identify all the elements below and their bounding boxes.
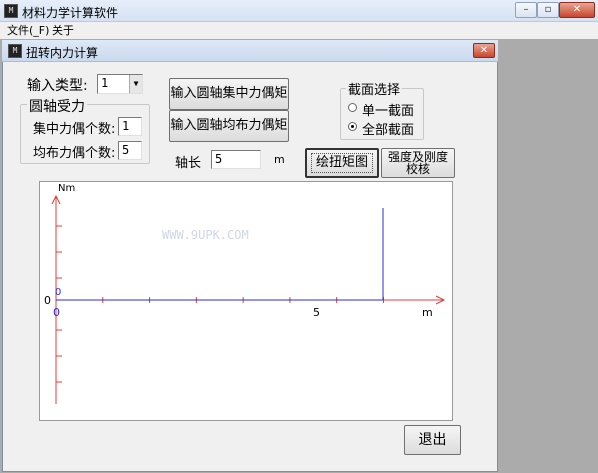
distributed-count-label: 均布力偶个数:: [33, 146, 116, 161]
maximize-button[interactable]: ▫: [537, 2, 559, 18]
torque-chart: Nm00 5 m0WWW.9UPK.COM: [44, 183, 446, 404]
input-type-select[interactable]: 1 ▼: [97, 74, 143, 94]
y-zero-label: 0: [55, 287, 61, 298]
section-group-title: 截面选择: [346, 79, 403, 98]
origin-label: 0: [44, 294, 51, 307]
child-close-button[interactable]: ✕: [473, 43, 495, 58]
axis-length-input[interactable]: 5: [211, 150, 261, 169]
maximize-icon: ▫: [544, 4, 552, 15]
strength-check-line2: 校核: [405, 162, 430, 176]
section-single-label: 单一截面: [362, 104, 415, 119]
chevron-down-icon[interactable]: ▼: [129, 75, 142, 93]
radio-single-indicator[interactable]: [348, 103, 357, 112]
menubar: [0, 22, 598, 39]
watermark: WWW.9UPK.COM: [162, 228, 249, 242]
input-type-label: 输入类型:: [27, 78, 88, 94]
input-distributed-torque-button[interactable]: 输入圆轴均布力偶矩: [169, 110, 289, 142]
y-axis-label: Nm: [58, 183, 75, 194]
x-unit-label: m: [422, 306, 433, 319]
app-icon: M: [4, 4, 18, 18]
concentrated-count-input[interactable]: 1: [118, 117, 142, 136]
torque-diagram-canvas: Nm 0 0 5 m 0 WWW.9UPK.COM: [39, 181, 453, 421]
section-all-label: 全部截面: [362, 123, 415, 138]
close-button[interactable]: ✕: [559, 2, 595, 18]
section-all-radio[interactable]: 全部截面: [348, 119, 424, 138]
minimize-button[interactable]: –: [515, 2, 537, 18]
axis-length-unit: m: [274, 153, 285, 166]
distributed-count-input[interactable]: 5: [118, 141, 142, 160]
minimize-icon: –: [523, 4, 529, 15]
force-group-title: 圆轴受力: [27, 96, 87, 116]
menu-file[interactable]: 文件(_F): [7, 23, 49, 38]
x-tick-label: 0: [53, 306, 60, 319]
close-icon: ✕: [572, 4, 582, 15]
child-title: 扭转内力计算: [26, 46, 99, 60]
menu-about[interactable]: 关于: [52, 23, 74, 38]
child-icon: M: [8, 44, 22, 58]
input-type-value: 1: [101, 76, 109, 90]
input-concentrated-torque-button[interactable]: 输入圆轴集中力偶矩: [169, 78, 289, 110]
radio-all-indicator[interactable]: [348, 122, 357, 131]
axis-length-label: 轴长: [175, 156, 202, 171]
close-icon: ✕: [479, 45, 489, 56]
exit-button[interactable]: 退出: [404, 425, 461, 455]
section-single-radio[interactable]: 单一截面: [348, 100, 424, 119]
app-title: 材料力学计算软件: [22, 6, 119, 20]
draw-torque-diagram-button[interactable]: 绘扭矩图: [305, 148, 379, 178]
strength-stiffness-check-button[interactable]: 强度及刚度 校核: [381, 148, 455, 178]
concentrated-count-label: 集中力偶个数:: [33, 122, 116, 137]
draw-torque-label: 绘扭矩图: [310, 153, 373, 173]
x-tick-label: 5: [313, 306, 320, 319]
